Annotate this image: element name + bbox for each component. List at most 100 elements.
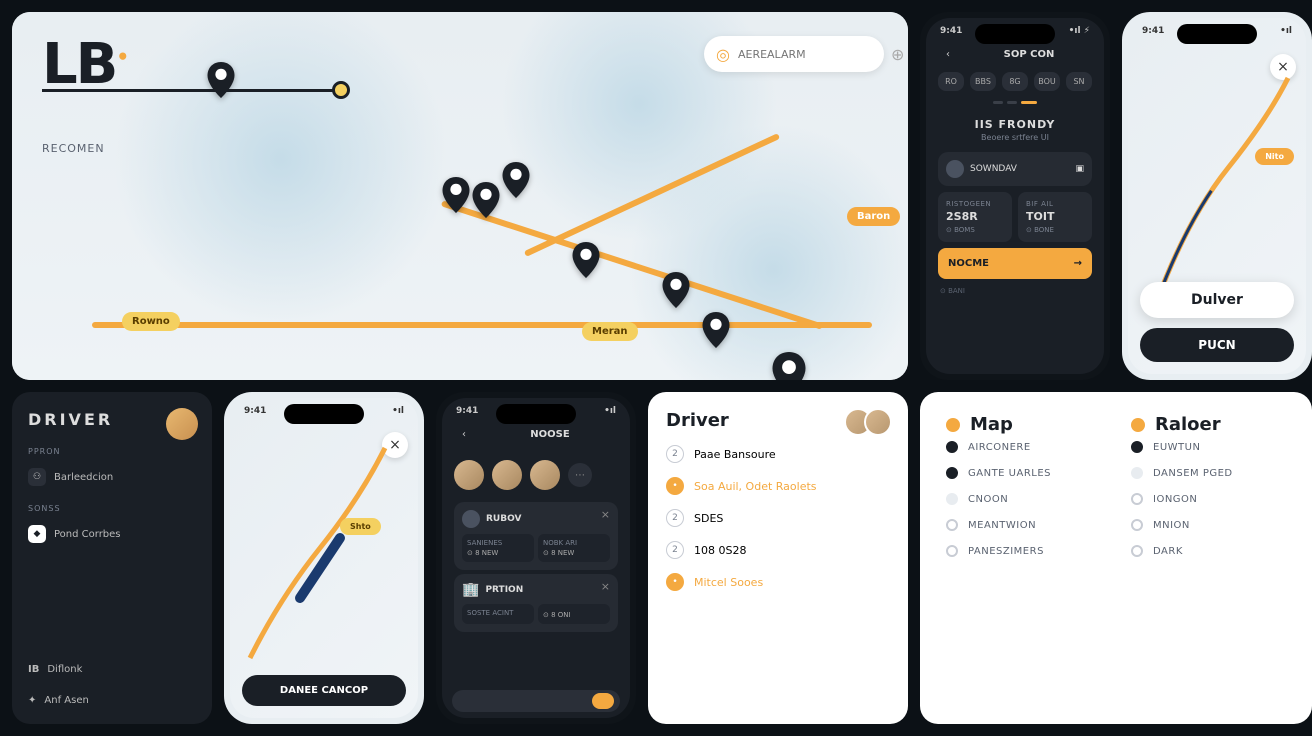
avatar[interactable] [530,460,560,490]
sidebar-item[interactable]: ✦Anf Asen [28,695,196,706]
phone-route-small: 9:41•ıl × Shto DANEE CANCOP [224,392,424,724]
stat-box: RISTOGEEN2S8R⊙ BOMS [938,192,1012,242]
seg-tab[interactable]: 8G [1002,72,1028,91]
add-button[interactable]: ⋯ [568,463,592,487]
driver-info-card: Driver 2Paae Bansoure •Soa Auil, Odet Ra… [648,392,908,724]
recomen-label: RECOMEN [42,142,342,155]
feature-item[interactable]: CNOON [946,493,1101,505]
dot-icon [946,418,960,432]
phone-trip-summary: 9:41•ıl ⚡ ‹ SOP CON RO BBS 8G BOU SN IIS… [920,12,1110,380]
close-icon[interactable]: × [601,508,610,521]
primary-cta[interactable]: NOCME→ [938,248,1092,279]
seg-tab[interactable]: SN [1066,72,1092,91]
avatar[interactable] [166,408,198,440]
feature-item[interactable]: IONGON [1131,493,1286,505]
map-chip[interactable]: Rowno [122,312,180,331]
sidebar-item[interactable]: ◆Pond Corrbes [28,525,196,543]
sidebar-item[interactable]: ⚇Barleedcion [28,468,196,486]
route-line [230,398,418,718]
stat-cell: SOSTE ACINT [462,604,534,624]
info-row[interactable]: 2SDES [666,509,890,527]
feature-item[interactable]: MEANTWION [946,519,1101,531]
feature-item[interactable]: EUWTUN [1131,441,1286,453]
seg-tab[interactable]: BBS [970,72,996,91]
avatar[interactable] [492,460,522,490]
arrow-right-icon: → [1074,258,1082,269]
avatar [462,510,480,528]
bottom-bar[interactable] [452,690,620,712]
stat-cell: ⊙ 8 ONI [538,604,610,624]
map-pin[interactable] [502,162,530,198]
seg-tab[interactable]: BOU [1034,72,1060,91]
list-card[interactable]: × 🏢PRTION SOSTE ACINT ⊙ 8 ONI [454,574,618,632]
phone-noose: 9:41•ıl ‹ NOOSE ⋯ × RUBOV SANIENES⊙ 8 NE… [436,392,636,724]
phone-title: SOP CON [966,49,1092,60]
phone-notch [284,404,364,424]
ride-card[interactable]: SOWNDAV▣ [938,152,1092,186]
back-icon[interactable]: ‹ [454,424,474,444]
phone-title: NOOSE [482,429,618,440]
map-pin[interactable] [472,182,500,218]
sparkle-icon: ✦ [28,695,36,706]
locate-icon[interactable]: ⊕ [891,45,904,64]
map-pin[interactable] [772,352,806,380]
main-map[interactable]: LB• RECOMEN ◎ ⊕ Rowno Meran Baron [12,12,908,380]
phone-notch [496,404,576,424]
section-label: SONSS [28,504,196,513]
info-row[interactable]: •Soa Auil, Odet Raolets [666,477,890,495]
map-pin[interactable] [442,177,470,213]
feature-item[interactable]: MNION [1131,519,1286,531]
seg-tab[interactable]: RO [938,72,964,91]
map-pin[interactable] [662,272,690,308]
action-button[interactable]: PUCN [1140,328,1294,362]
search-field[interactable]: ◎ ⊕ [704,36,884,72]
route-line [1128,18,1306,374]
info-row[interactable]: •Mitcel Sooes [666,573,890,591]
driver-sidebar: DRIVER PPRON ⚇Barleedcion SONSS ◆Pond Co… [12,392,212,724]
feature-heading: Raloer [1131,414,1286,435]
map-chip[interactable]: Shto [340,518,381,535]
recomen-line [42,89,342,92]
close-icon[interactable]: × [601,580,610,593]
section-label: PPRON [28,447,196,456]
avatar-group[interactable] [852,408,892,436]
map-pin[interactable] [702,312,730,348]
user-icon: ⚇ [28,468,46,486]
dot-icon [1131,418,1145,432]
pager-dots [926,101,1104,104]
driver-pill[interactable]: Dulver [1140,282,1294,318]
car-icon: ▣ [1075,164,1084,174]
feature-item[interactable]: AIRCONERE [946,441,1101,453]
avatar[interactable] [454,460,484,490]
diamond-icon: ◆ [28,525,46,543]
map-chip[interactable]: Nito [1255,148,1294,165]
info-row[interactable]: 2108 0S28 [666,541,890,559]
list-card[interactable]: × RUBOV SANIENES⊙ 8 NEW NOBK ARI⊙ 8 NEW [454,502,618,570]
road [92,322,872,328]
feature-item[interactable]: DANSEM PGED [1131,467,1286,479]
segment-row: RO BBS 8G BOU SN [926,72,1104,91]
phone-notch [1177,24,1257,44]
feature-item[interactable]: DARK [1131,545,1286,557]
map-pin[interactable] [572,242,600,278]
target-icon: ◎ [716,45,730,64]
stat-box: BIF AILTOIT⊙ BONE [1018,192,1092,242]
info-row[interactable]: 2Paae Bansoure [666,445,890,463]
search-input[interactable] [738,48,883,61]
phone-notch [975,24,1055,44]
signal-icon: •ıl ⚡ [1069,26,1090,36]
back-icon[interactable]: ‹ [938,44,958,64]
feature-item[interactable]: GANTE UARLES [946,467,1101,479]
avatar [946,160,964,178]
action-button[interactable]: DANEE CANCOP [242,675,406,706]
stat-cell: SANIENES⊙ 8 NEW [462,534,534,562]
sidebar-item[interactable]: IBDiflonk [28,664,196,675]
toggle-icon[interactable] [592,693,614,709]
map-chip[interactable]: Meran [582,322,638,341]
hero-text: IIS FRONDY Beoere srtfere UI [926,114,1104,146]
feature-list-card: Map AIRCONERE GANTE UARLES CNOON MEANTWI… [920,392,1312,724]
feature-item[interactable]: PANESZIMERS [946,545,1101,557]
map-chip[interactable]: Baron [847,207,900,226]
stat-cell: NOBK ARI⊙ 8 NEW [538,534,610,562]
logo-block: LB• RECOMEN [42,32,342,155]
